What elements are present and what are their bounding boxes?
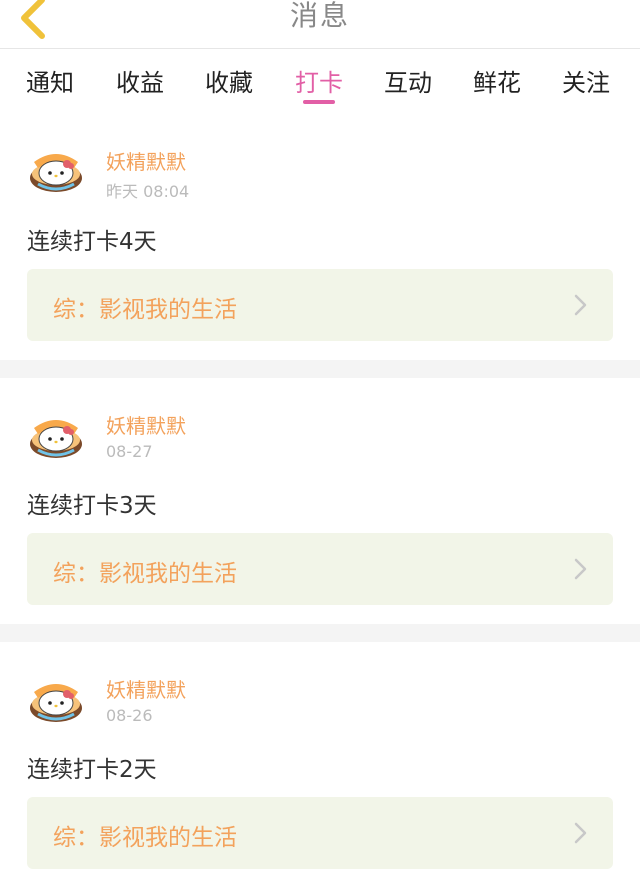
- message-text: 连续打卡3天: [27, 493, 157, 519]
- kitty-avatar-icon: [30, 684, 82, 722]
- list-item: 妖精默默 08-26 连续打卡2天 综：影视我的生活: [0, 642, 640, 891]
- tab-interactions[interactable]: 互动: [384, 63, 432, 98]
- chevron-right-icon: [574, 294, 587, 316]
- list-item: 妖精默默 昨天 08:04 连续打卡4天 综：影视我的生活: [0, 110, 640, 360]
- divider: [0, 624, 640, 642]
- message-text: 连续打卡4天: [27, 229, 157, 255]
- username[interactable]: 妖精默默: [106, 674, 186, 703]
- kitty-avatar-icon: [30, 154, 82, 192]
- kitty-avatar-icon: [30, 420, 82, 458]
- timestamp: 08-27: [106, 442, 153, 461]
- tab-check-in[interactable]: 打卡: [295, 63, 343, 98]
- divider: [0, 360, 640, 378]
- tab-flowers[interactable]: 鲜花: [473, 63, 521, 98]
- avatar[interactable]: [26, 406, 86, 466]
- avatar[interactable]: [26, 670, 86, 730]
- tab-earnings[interactable]: 收益: [116, 63, 164, 98]
- topic-link[interactable]: 综：影视我的生活: [27, 269, 613, 341]
- tab-following[interactable]: 关注: [562, 63, 610, 98]
- page-title: 消息: [289, 0, 350, 32]
- message-text: 连续打卡2天: [27, 757, 157, 783]
- list-item: 妖精默默 08-27 连续打卡3天 综：影视我的生活: [0, 378, 640, 624]
- timestamp: 昨天 08:04: [106, 182, 190, 201]
- username[interactable]: 妖精默默: [106, 146, 186, 175]
- topic-title: 综：影视我的生活: [53, 297, 237, 323]
- tab-favorites[interactable]: 收藏: [205, 63, 253, 98]
- topic-link[interactable]: 综：影视我的生活: [27, 533, 613, 605]
- header-bar: 消息: [0, 0, 640, 49]
- topic-title: 综：影视我的生活: [53, 561, 237, 587]
- topic-link[interactable]: 综：影视我的生活: [27, 797, 613, 869]
- chevron-right-icon: [574, 822, 587, 844]
- active-tab-indicator: [303, 100, 335, 104]
- topic-title: 综：影视我的生活: [53, 825, 237, 851]
- username[interactable]: 妖精默默: [106, 410, 186, 439]
- tab-notifications[interactable]: 通知: [26, 63, 74, 98]
- timestamp: 08-26: [106, 706, 153, 725]
- chevron-right-icon: [574, 558, 587, 580]
- avatar[interactable]: [26, 140, 86, 200]
